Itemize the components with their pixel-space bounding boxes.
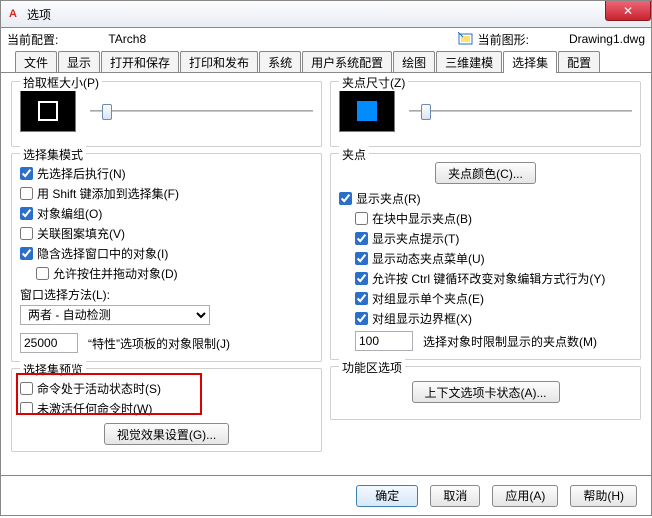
- group-title-select-mode: 选择集模式: [20, 146, 86, 163]
- mode-label-0: 先选择后执行(N): [37, 165, 126, 182]
- ok-button[interactable]: 确定: [356, 485, 418, 507]
- grip-label-0: 显示夹点(R): [356, 190, 421, 207]
- grip-checkbox-1[interactable]: [355, 212, 368, 225]
- grip-label-4: 允许按 Ctrl 键循环改变对象编辑方式行为(Y): [372, 270, 605, 287]
- current-config-label: 当前配置:: [7, 31, 58, 48]
- mode-row-1: 用 Shift 键添加到选择集(F): [20, 185, 313, 202]
- preview-label-0: 命令处于活动状态时(S): [37, 380, 161, 397]
- drawing-icon: [458, 32, 474, 46]
- grip-row-2: 显示夹点提示(T): [355, 230, 632, 247]
- group-pickbox: 拾取框大小(P): [11, 81, 322, 147]
- grip-row-1: 在块中显示夹点(B): [355, 210, 632, 227]
- grip-checkbox-0[interactable]: [339, 192, 352, 205]
- preview-checkbox-1[interactable]: [20, 402, 33, 415]
- preview-row-0: 命令处于活动状态时(S): [20, 380, 313, 397]
- grip-limit-label: 选择对象时限制显示的夹点数(M): [423, 333, 597, 350]
- group-grips: 夹点 夹点颜色(C)... 显示夹点(R)在块中显示夹点(B)显示夹点提示(T)…: [330, 153, 641, 360]
- right-column: 夹点尺寸(Z) 夹点 夹点颜色(C)... 显示夹点(R) 在块中显示夹点(B) 显…: [330, 81, 641, 467]
- help-button[interactable]: 帮助(H): [570, 485, 637, 507]
- gripsize-preview: [339, 90, 395, 132]
- mode-label-4: 隐含选择窗口中的对象(I): [37, 245, 168, 262]
- group-ribbon: 功能区选项 上下文选项卡状态(A)...: [330, 366, 641, 420]
- visual-effects-button[interactable]: 视觉效果设置(G)...: [104, 423, 229, 445]
- tab-5[interactable]: 用户系统配置: [302, 51, 392, 73]
- tab-3[interactable]: 打印和发布: [180, 51, 258, 73]
- grip-row-6: 对组显示边界框(X): [355, 310, 632, 327]
- tab-body: 拾取框大小(P) 选择集模式 先选择后执行(N) 用 Shift 键添加到选择集(…: [0, 72, 652, 476]
- mode-row-0: 先选择后执行(N): [20, 165, 313, 182]
- app-icon: A: [5, 6, 21, 22]
- window-method-select[interactable]: 两者 - 自动检测: [20, 305, 210, 325]
- cancel-button[interactable]: 取消: [430, 485, 480, 507]
- grip-label-3: 显示动态夹点菜单(U): [372, 250, 485, 267]
- group-title-ribbon: 功能区选项: [339, 359, 405, 376]
- apply-button[interactable]: 应用(A): [492, 485, 558, 507]
- group-title-select-preview: 选择集预览: [20, 361, 86, 378]
- grip-label-6: 对组显示边界框(X): [372, 310, 472, 327]
- group-title-pickbox: 拾取框大小(P): [20, 74, 102, 91]
- group-title-grips: 夹点: [339, 146, 369, 163]
- mode-label-5: 允许按住并拖动对象(D): [53, 265, 178, 282]
- grip-limit-field[interactable]: [355, 331, 413, 351]
- window-title: 选项: [27, 6, 51, 23]
- window-method-label: 窗口选择方法(L):: [20, 286, 313, 303]
- group-gripsize: 夹点尺寸(Z): [330, 81, 641, 147]
- mode-row-5: 允许按住并拖动对象(D): [36, 265, 313, 282]
- title-bar: A 选项 ✕: [0, 0, 652, 28]
- pickbox-preview: [20, 90, 76, 132]
- config-row: 当前配置: TArch8 当前图形: Drawing1.dwg: [0, 28, 652, 50]
- close-button[interactable]: ✕: [605, 1, 651, 21]
- mode-label-3: 关联图案填充(V): [37, 225, 125, 242]
- grip-row-3: 显示动态夹点菜单(U): [355, 250, 632, 267]
- tab-9[interactable]: 配置: [558, 51, 600, 73]
- tab-0[interactable]: 文件: [15, 51, 57, 73]
- group-title-gripsize: 夹点尺寸(Z): [339, 74, 408, 91]
- mode-row-2: 对象编组(O): [20, 205, 313, 222]
- grip-color-button[interactable]: 夹点颜色(C)...: [435, 162, 536, 184]
- tab-1[interactable]: 显示: [58, 51, 100, 73]
- current-config-value: TArch8: [108, 32, 146, 46]
- grip-checkbox-5[interactable]: [355, 292, 368, 305]
- grip-row-5: 对组显示单个夹点(E): [355, 290, 632, 307]
- mode-checkbox-1[interactable]: [20, 187, 33, 200]
- palette-limit-field[interactable]: [20, 333, 78, 353]
- grip-row-0: 显示夹点(R): [339, 190, 632, 207]
- tab-4[interactable]: 系统: [259, 51, 301, 73]
- mode-checkbox-4[interactable]: [20, 247, 33, 260]
- group-select-mode: 选择集模式 先选择后执行(N)用 Shift 键添加到选择集(F)对象编组(O)…: [11, 153, 322, 362]
- current-drawing-label: 当前图形:: [478, 31, 529, 48]
- grip-checkbox-4[interactable]: [355, 272, 368, 285]
- context-tab-state-button[interactable]: 上下文选项卡状态(A)...: [412, 381, 560, 403]
- palette-limit-label: “特性”选项板的对象限制(J): [88, 335, 230, 352]
- preview-row-1: 未激活任何命令时(W): [20, 400, 313, 417]
- mode-checkbox-2[interactable]: [20, 207, 33, 220]
- grip-label-1: 在块中显示夹点(B): [372, 210, 472, 227]
- grip-label-2: 显示夹点提示(T): [372, 230, 459, 247]
- mode-label-2: 对象编组(O): [37, 205, 102, 222]
- tab-8[interactable]: 选择集: [503, 51, 557, 73]
- pickbox-slider[interactable]: [90, 101, 313, 121]
- grip-label-5: 对组显示单个夹点(E): [372, 290, 484, 307]
- preview-label-1: 未激活任何命令时(W): [37, 400, 152, 417]
- current-drawing-value: Drawing1.dwg: [569, 32, 645, 46]
- dialog-buttons: 确定 取消 应用(A) 帮助(H): [0, 476, 652, 516]
- mode-checkbox-0[interactable]: [20, 167, 33, 180]
- grip-checkbox-2[interactable]: [355, 232, 368, 245]
- grip-row-4: 允许按 Ctrl 键循环改变对象编辑方式行为(Y): [355, 270, 632, 287]
- mode-label-1: 用 Shift 键添加到选择集(F): [37, 185, 179, 202]
- mode-row-3: 关联图案填充(V): [20, 225, 313, 242]
- group-select-preview: 选择集预览 命令处于活动状态时(S)未激活任何命令时(W) 视觉效果设置(G).…: [11, 368, 322, 452]
- tab-6[interactable]: 绘图: [393, 51, 435, 73]
- tab-2[interactable]: 打开和保存: [101, 51, 179, 73]
- tab-strip: 文件显示打开和保存打印和发布系统用户系统配置绘图三维建模选择集配置: [0, 50, 652, 72]
- left-column: 拾取框大小(P) 选择集模式 先选择后执行(N) 用 Shift 键添加到选择集(…: [11, 81, 322, 467]
- mode-row-4: 隐含选择窗口中的对象(I): [20, 245, 313, 262]
- preview-checkbox-0[interactable]: [20, 382, 33, 395]
- grip-checkbox-6[interactable]: [355, 312, 368, 325]
- tab-7[interactable]: 三维建模: [436, 51, 502, 73]
- mode-checkbox-5[interactable]: [36, 267, 49, 280]
- grip-checkbox-3[interactable]: [355, 252, 368, 265]
- mode-checkbox-3[interactable]: [20, 227, 33, 240]
- gripsize-slider[interactable]: [409, 101, 632, 121]
